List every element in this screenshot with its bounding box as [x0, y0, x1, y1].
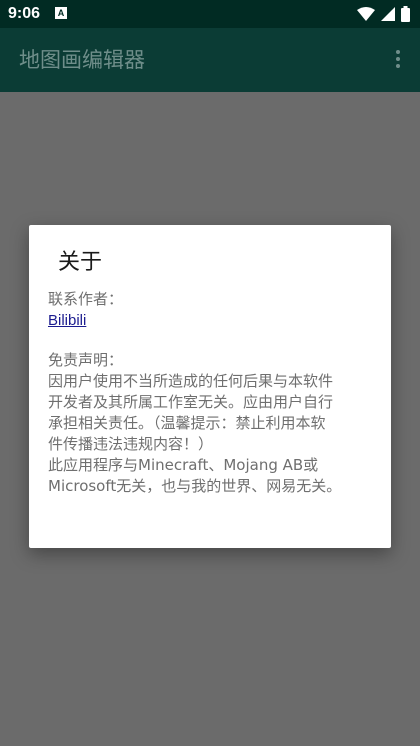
bilibili-link[interactable]: Bilibili [48, 310, 378, 331]
disclaimer-line: 开发者及其所属工作室无关。应由用户自行 [48, 393, 334, 411]
disclaimer-line: 件传播违法违规内容！） [48, 435, 214, 453]
dialog-body: 联系作者： Bilibili 免责声明： 因用户使用不当所造成的任何后果与本软件… [48, 289, 378, 497]
notification-a-icon: A [55, 7, 67, 19]
status-icons [357, 5, 410, 23]
signal-icon [381, 7, 395, 21]
disclaimer-line: 因用户使用不当所造成的任何后果与本软件 [48, 372, 334, 390]
about-dialog: 关于 联系作者： Bilibili 免责声明： 因用户使用不当所造成的任何后果与… [29, 225, 391, 548]
more-vert-icon[interactable] [388, 48, 408, 72]
status-bar: 9:06 A [0, 0, 420, 28]
contact-label: 联系作者： [48, 290, 124, 308]
battery-icon [401, 6, 410, 22]
disclaimer-label: 免责声明： [48, 351, 124, 369]
status-time: 9:06 [8, 5, 41, 22]
disclaimer-line: 承担相关责任。（温馨提示：禁止利用本软 [48, 414, 326, 432]
dialog-title: 关于 [58, 250, 103, 275]
app-title: 地图画编辑器 [19, 48, 145, 72]
disclaimer-line: 此应用程序与Minecraft、Mojang AB或 [48, 456, 319, 474]
disclaimer-line: Microsoft无关，也与我的世界、网易无关。 [48, 477, 342, 495]
wifi-icon [357, 7, 375, 21]
app-bar: 地图画编辑器 [0, 28, 420, 92]
screen: 9:06 A 地图画编辑器 关于 联系作者： Bilibili 免责声明： 因用… [0, 0, 420, 746]
